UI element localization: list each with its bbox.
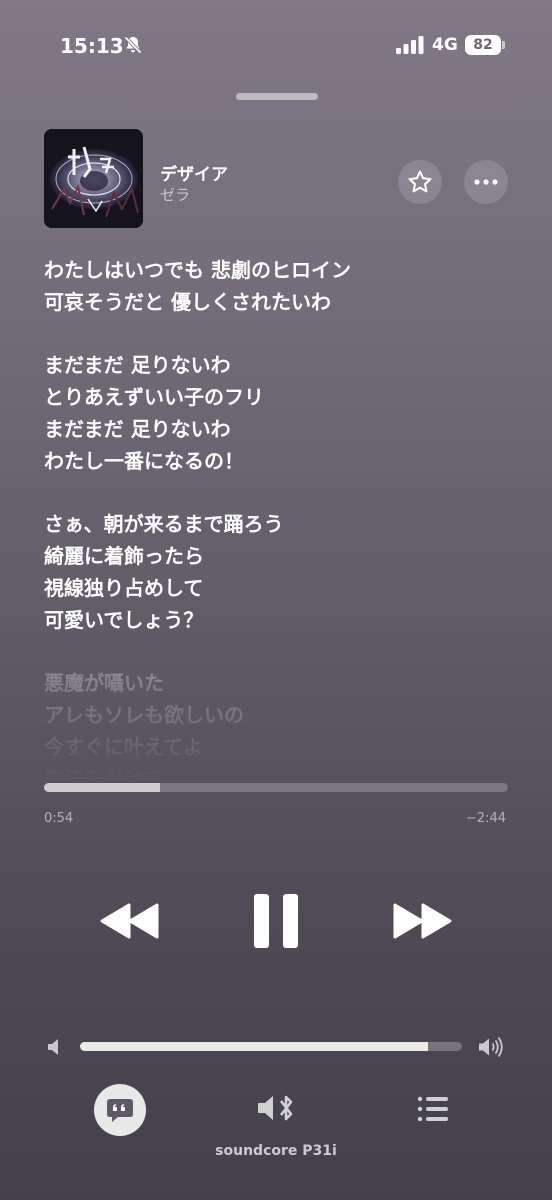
lyric-line[interactable]: アレもソレも欲しいの — [44, 699, 514, 731]
lyric-line[interactable]: さぁ、朝が来るまで踊ろう — [44, 508, 514, 540]
time-remaining: −2:44 — [465, 811, 506, 826]
pause-icon[interactable] — [250, 892, 302, 950]
sheet-grabber-handle[interactable] — [236, 93, 318, 100]
lyrics-button[interactable] — [94, 1084, 146, 1136]
album-artwork[interactable] — [44, 129, 143, 228]
battery-indicator: 82 — [465, 35, 501, 55]
battery-cap — [502, 41, 505, 49]
speaker-low-icon — [48, 1039, 58, 1055]
lyrics-stanza: 悪魔が囁いた アレもソレも欲しいの 今すぐに叶えてよ 魔法をかけて — [44, 667, 514, 784]
album-art-image — [44, 129, 143, 228]
lyrics-quote-icon — [107, 1099, 133, 1122]
ellipsis-icon — [474, 179, 498, 185]
queue-list-icon[interactable] — [412, 1094, 452, 1124]
lyrics-stanza: まだまだ 足りないわ とりあえずいい子のフリ まだまだ 足りないわ わたし一番になるの… — [44, 349, 514, 477]
bluetooth-speaker-icon[interactable] — [255, 1090, 297, 1126]
lyric-line[interactable]: わたし一番になるの！ — [44, 445, 514, 477]
speaker-high-icon — [479, 1036, 503, 1058]
fast-forward-icon[interactable] — [392, 900, 452, 942]
progress-fill — [44, 783, 160, 792]
cellular-signal-icon — [396, 36, 424, 54]
lyric-line[interactable]: 視線独り占めして — [44, 572, 514, 604]
lyric-line[interactable]: わたしはいつでも 悲劇のヒロイン — [44, 254, 514, 286]
status-time: 15:13 — [60, 34, 124, 58]
lyric-line[interactable]: 悪魔が囁いた — [44, 667, 514, 699]
bell-slash-icon — [124, 36, 142, 54]
playback-progress-slider[interactable] — [44, 783, 508, 792]
lyric-line[interactable]: とりあえずいい子のフリ — [44, 381, 514, 413]
lyric-line[interactable]: まだまだ 足りないわ — [44, 413, 514, 445]
artist-name[interactable]: ゼラ — [160, 184, 190, 205]
lyric-line[interactable]: 可愛いでしょう？ — [44, 604, 514, 636]
more-options-button[interactable] — [464, 160, 508, 204]
song-title[interactable]: デザイア — [160, 160, 228, 185]
lyric-line[interactable]: 可哀そうだと 優しくされたいわ — [44, 286, 514, 318]
volume-slider[interactable] — [80, 1042, 462, 1051]
lyrics-stanza: わたしはいつでも 悲劇のヒロイン 可哀そうだと 優しくされたいわ — [44, 254, 514, 318]
favorite-button[interactable] — [398, 160, 442, 204]
lyrics-stanza: さぁ、朝が来るまで踊ろう 綺麗に着飾ったら 視線独り占めして 可愛いでしょう？ — [44, 508, 514, 636]
network-type: 4G — [432, 35, 458, 55]
lyric-line[interactable]: 魔法をかけて — [44, 763, 514, 784]
output-device-name: soundcore P31i — [215, 1143, 337, 1159]
star-outline-icon — [408, 170, 432, 193]
lyric-line[interactable]: 綺麗に着飾ったら — [44, 540, 514, 572]
lyrics-view[interactable]: わたしはいつでも 悲劇のヒロイン 可哀そうだと 優しくされたいわ まだまだ 足りな… — [44, 254, 514, 784]
volume-fill — [80, 1042, 428, 1051]
lyric-line[interactable]: 今すぐに叶えてよ — [44, 731, 514, 763]
rewind-icon[interactable] — [100, 900, 160, 942]
lyric-line[interactable]: まだまだ 足りないわ — [44, 349, 514, 381]
time-elapsed: 0:54 — [44, 811, 74, 826]
